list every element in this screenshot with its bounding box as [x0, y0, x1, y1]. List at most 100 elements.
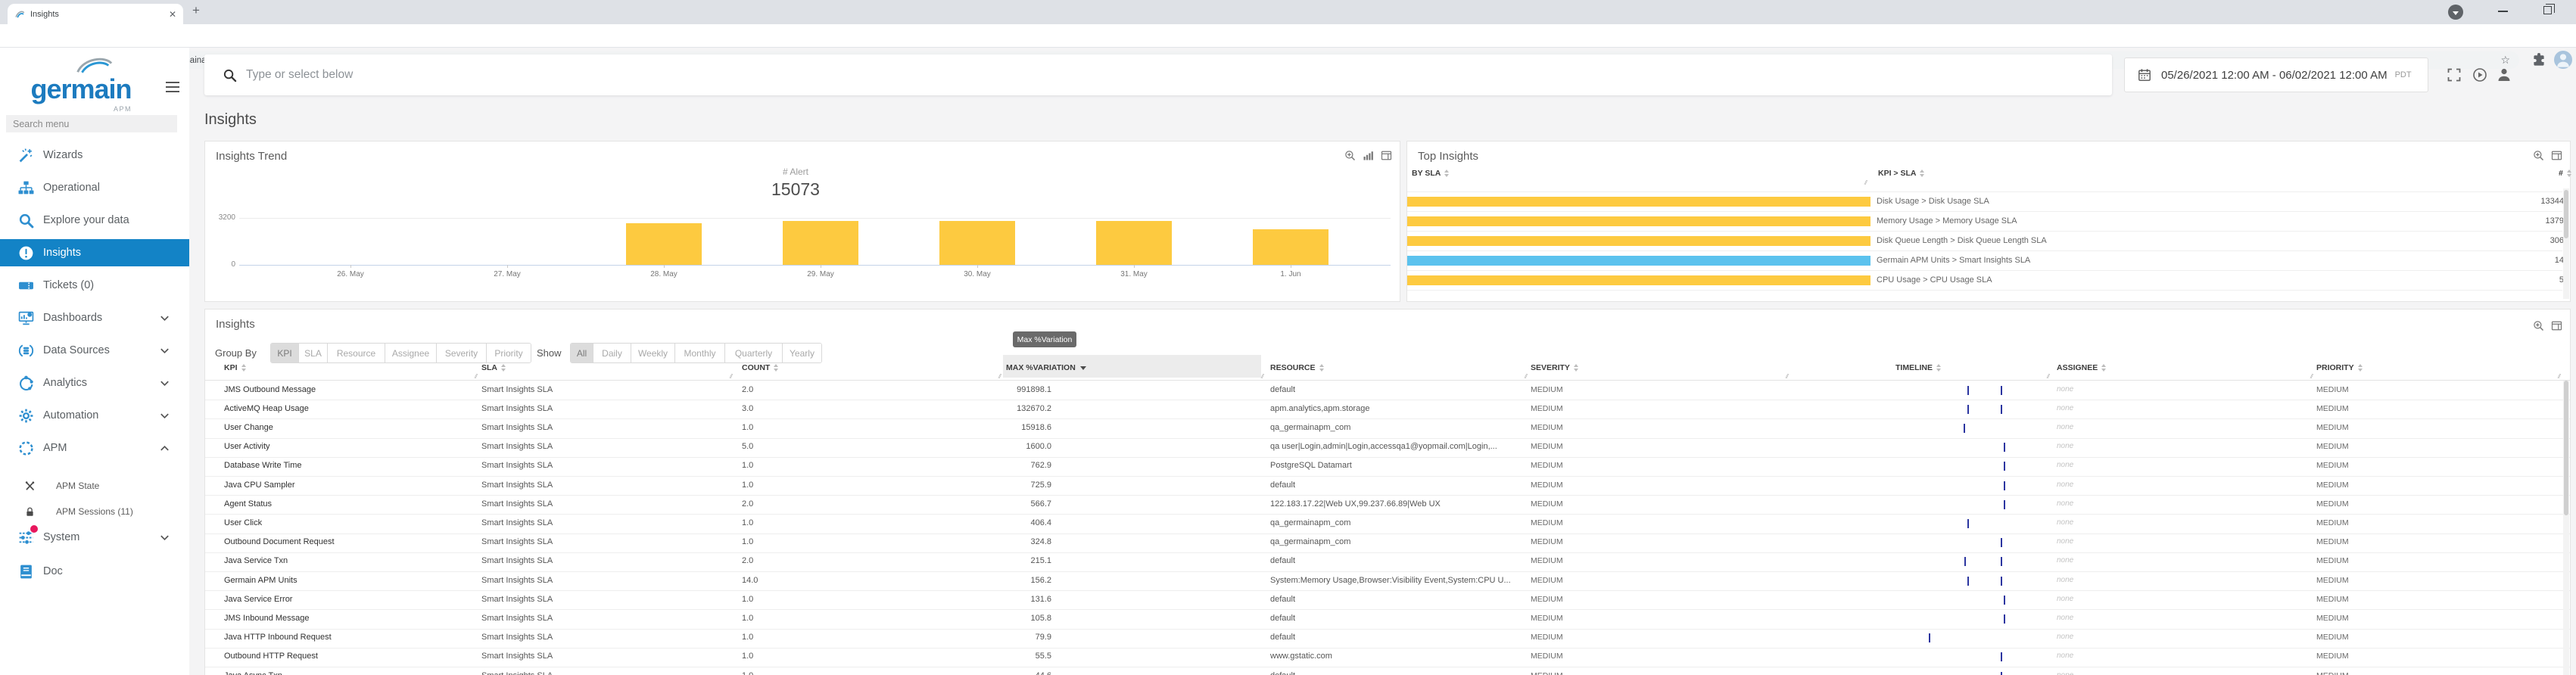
- window-icon[interactable]: [1381, 150, 1392, 161]
- group-by-sla[interactable]: SLA: [299, 344, 328, 362]
- global-search-input[interactable]: [246, 68, 2112, 82]
- top-insights-scrollbar[interactable]: [2563, 188, 2569, 299]
- trend-bar-1-Jun[interactable]: [1253, 229, 1328, 265]
- timeline-event-tick[interactable]: [2004, 614, 2005, 624]
- browser-tab[interactable]: Insights ✕: [8, 4, 183, 24]
- window-minimize-button[interactable]: [2498, 11, 2508, 12]
- column-header-resource[interactable]: RESOURCE: [1270, 359, 1324, 376]
- group-by-severity[interactable]: Severity: [437, 344, 487, 362]
- top-insight-bar[interactable]: [1407, 236, 1870, 246]
- column-header-priority[interactable]: PRIORITY: [2316, 359, 2363, 376]
- sidebar-item-analytics[interactable]: Analytics: [0, 369, 189, 397]
- show-yearly[interactable]: Yearly: [783, 344, 821, 362]
- sidebar-item-doc[interactable]: Doc: [0, 558, 189, 585]
- column-resize-handle[interactable]: //: [1261, 373, 1263, 380]
- zoom-in-icon[interactable]: [2533, 320, 2544, 331]
- bookmark-star-icon[interactable]: ☆: [2500, 54, 2510, 67]
- group-by-resource[interactable]: Resource: [328, 344, 385, 362]
- sidebar-item-wizards[interactable]: Wizards: [0, 142, 189, 169]
- timeline-event-tick[interactable]: [2004, 443, 2005, 452]
- trend-bar-30-May[interactable]: [939, 221, 1015, 265]
- column-resize-handle[interactable]: //: [998, 373, 1000, 380]
- timeline-event-tick[interactable]: [1967, 577, 1969, 586]
- timeline-event-tick[interactable]: [2001, 672, 2002, 675]
- sidebar-item-dashboards[interactable]: Dashboards: [0, 304, 189, 331]
- top-insight-label[interactable]: Disk Queue Length > Disk Queue Length SL…: [1877, 236, 2047, 245]
- timeline-event-tick[interactable]: [2001, 557, 2002, 566]
- top-insight-bar[interactable]: [1407, 275, 1870, 285]
- trend-bar-29-May[interactable]: [783, 221, 858, 265]
- column-header-count[interactable]: COUNT: [742, 359, 778, 376]
- top-insight-label[interactable]: Memory Usage > Memory Usage SLA: [1877, 216, 2017, 226]
- bar-chart-icon[interactable]: [1363, 150, 1374, 161]
- global-search-bar[interactable]: [204, 54, 2112, 95]
- column-header-sla[interactable]: SLA: [481, 359, 506, 376]
- timeline-event-tick[interactable]: [1964, 557, 1966, 566]
- column-header-kpi-sla[interactable]: KPI > SLA: [1878, 169, 1924, 178]
- column-header-timeline[interactable]: TIMELINE: [1895, 359, 1941, 376]
- play-icon[interactable]: [2472, 67, 2487, 82]
- top-insight-bar[interactable]: [1407, 197, 1870, 207]
- browser-profile-avatar[interactable]: [2554, 51, 2572, 69]
- column-resize-handle[interactable]: //: [1786, 373, 1787, 380]
- top-insight-label[interactable]: CPU Usage > CPU Usage SLA: [1877, 275, 1992, 285]
- sidebar-item-apm[interactable]: APM: [0, 434, 189, 462]
- column-resize-handle[interactable]: //: [475, 373, 476, 380]
- column-resize-handle[interactable]: //: [2558, 373, 2559, 380]
- date-range-picker[interactable]: 05/26/2021 12:00 AM - 06/02/2021 12:00 A…: [2124, 58, 2428, 92]
- trend-bar-28-May[interactable]: [626, 223, 702, 265]
- column-header-assignee[interactable]: ASSIGNEE: [2057, 359, 2106, 376]
- sidebar-search-input[interactable]: [6, 115, 177, 132]
- show-weekly[interactable]: Weekly: [631, 344, 675, 362]
- top-insight-label[interactable]: Germain APM Units > Smart Insights SLA: [1877, 256, 2030, 265]
- sidebar-item-tickets-0[interactable]: Tickets (0): [0, 272, 189, 299]
- top-insight-bar[interactable]: [1407, 256, 1870, 266]
- timeline-event-tick[interactable]: [2001, 538, 2002, 547]
- column-resize-handle[interactable]: //: [2310, 373, 2312, 380]
- sidebar-item-operational[interactable]: Operational: [0, 174, 189, 201]
- timeline-event-tick[interactable]: [2001, 577, 2002, 586]
- column-header-severity[interactable]: SEVERITY: [1531, 359, 1578, 376]
- sidebar-item-explore-your-data[interactable]: Explore your data: [0, 207, 189, 234]
- extensions-puzzle-icon[interactable]: [2531, 52, 2546, 67]
- column-header-max-variation[interactable]: MAX %VARIATION: [1006, 359, 1086, 376]
- sidebar-item-automation[interactable]: Automation: [0, 402, 189, 429]
- timeline-event-tick[interactable]: [1929, 633, 1930, 642]
- top-insight-label[interactable]: Disk Usage > Disk Usage SLA: [1877, 197, 1989, 206]
- window-restore-button[interactable]: [2543, 6, 2552, 14]
- timeline-event-tick[interactable]: [2001, 652, 2002, 661]
- column-header-kpi[interactable]: KPI: [224, 359, 246, 376]
- column-resize-handle[interactable]: //: [1864, 179, 1866, 186]
- tab-close-icon[interactable]: ✕: [169, 9, 176, 20]
- column-header-by-sla[interactable]: BY SLA: [1412, 169, 1449, 178]
- show-daily[interactable]: Daily: [593, 344, 631, 362]
- zoom-in-icon[interactable]: [2533, 150, 2544, 161]
- window-icon[interactable]: [2551, 150, 2562, 161]
- fullscreen-icon[interactable]: [2447, 67, 2462, 82]
- trend-bar-31-May[interactable]: [1096, 221, 1172, 265]
- window-icon[interactable]: [2551, 320, 2562, 331]
- sidebar-item-insights[interactable]: Insights: [0, 239, 189, 266]
- timeline-event-tick[interactable]: [2004, 462, 2005, 471]
- table-scrollbar[interactable]: [2563, 381, 2569, 675]
- column-header-count[interactable]: #: [2559, 169, 2571, 178]
- sidebar-item-apm-state[interactable]: APM State: [0, 472, 189, 499]
- timeline-event-tick[interactable]: [2001, 386, 2002, 395]
- timeline-event-tick[interactable]: [1967, 386, 1969, 395]
- column-resize-handle[interactable]: //: [1525, 373, 1526, 380]
- sidebar-item-data-sources[interactable]: Data Sources: [0, 337, 189, 364]
- new-tab-button[interactable]: +: [192, 3, 200, 18]
- browser-menu-icon[interactable]: [2448, 5, 2463, 20]
- sidebar-item-apm-sessions-11[interactable]: APM Sessions (11): [0, 498, 189, 525]
- top-insight-bar[interactable]: [1407, 216, 1870, 226]
- column-resize-handle[interactable]: //: [2047, 373, 2048, 380]
- group-by-assignee[interactable]: Assignee: [385, 344, 437, 362]
- group-by-kpi[interactable]: KPI: [271, 344, 299, 362]
- user-icon[interactable]: [2497, 67, 2512, 82]
- timeline-event-tick[interactable]: [1964, 424, 1965, 433]
- timeline-event-tick[interactable]: [2004, 500, 2005, 509]
- timeline-event-tick[interactable]: [2004, 481, 2005, 490]
- zoom-in-icon[interactable]: [1344, 150, 1356, 161]
- show-all[interactable]: All: [571, 344, 593, 362]
- sidebar-item-system[interactable]: System: [0, 524, 189, 551]
